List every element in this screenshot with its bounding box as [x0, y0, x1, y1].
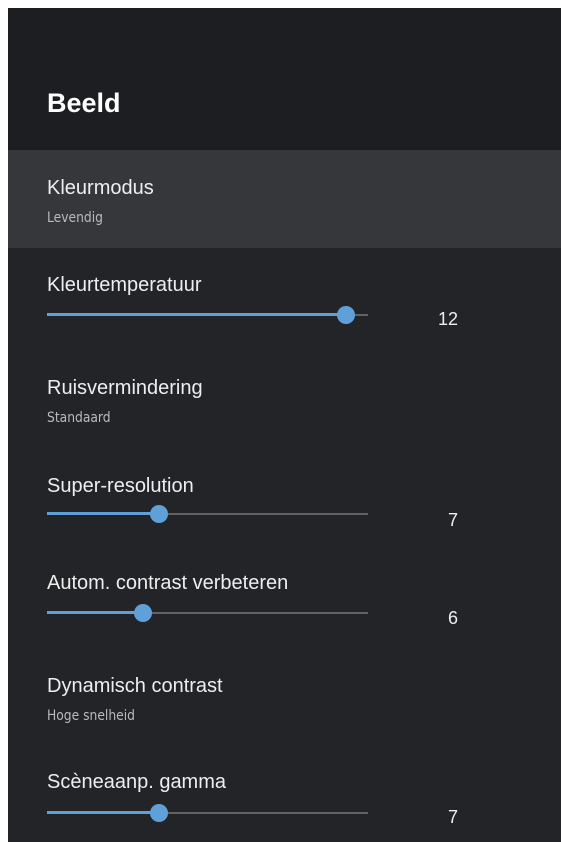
setting-label: Kleurtemperatuur — [47, 274, 202, 296]
slider-fill — [47, 611, 143, 614]
slider-value: 12 — [437, 309, 458, 329]
setting-scene-gamma[interactable]: Scèneaanp. gamma 7 — [8, 744, 561, 842]
setting-dynamic-contrast[interactable]: Dynamisch contrast Hoge snelheid — [8, 646, 561, 744]
setting-color-mode[interactable]: Kleurmodus Levendig — [8, 150, 561, 248]
auto-contrast-slider[interactable] — [47, 603, 368, 623]
setting-color-temperature[interactable]: Kleurtemperatuur 12 — [8, 248, 561, 348]
page-title: Beeld — [47, 88, 121, 118]
setting-value: Levendig — [47, 210, 103, 226]
setting-label: Scèneaanp. gamma — [47, 771, 227, 793]
setting-label: Autom. contrast verbeteren — [47, 572, 289, 594]
setting-label: Dynamisch contrast — [47, 675, 223, 697]
setting-label: Super-resolution — [47, 475, 194, 497]
slider-value: 7 — [447, 807, 458, 827]
picture-settings-panel: Beeld Kleurmodus Levendig Kleurtemperatu… — [8, 8, 561, 842]
scene-gamma-slider[interactable] — [47, 803, 368, 823]
slider-value: 6 — [447, 608, 458, 628]
setting-noise-reduction[interactable]: Ruisvermindering Standaard — [8, 348, 561, 448]
setting-auto-contrast[interactable]: Autom. contrast verbeteren 6 — [8, 546, 561, 646]
super-resolution-slider[interactable] — [47, 504, 368, 524]
slider-handle[interactable] — [150, 505, 168, 523]
panel-header: Beeld — [8, 8, 561, 150]
setting-label: Kleurmodus — [47, 177, 154, 199]
slider-fill — [47, 313, 346, 316]
color-temperature-slider[interactable] — [47, 305, 368, 325]
slider-fill — [47, 811, 159, 814]
slider-handle[interactable] — [150, 804, 168, 822]
slider-handle[interactable] — [337, 306, 355, 324]
setting-value: Hoge snelheid — [47, 708, 135, 724]
slider-value: 7 — [447, 510, 458, 530]
setting-label: Ruisvermindering — [47, 377, 203, 399]
slider-handle[interactable] — [134, 604, 152, 622]
setting-value: Standaard — [47, 410, 111, 426]
setting-super-resolution[interactable]: Super-resolution 7 — [8, 448, 561, 546]
slider-fill — [47, 512, 159, 515]
